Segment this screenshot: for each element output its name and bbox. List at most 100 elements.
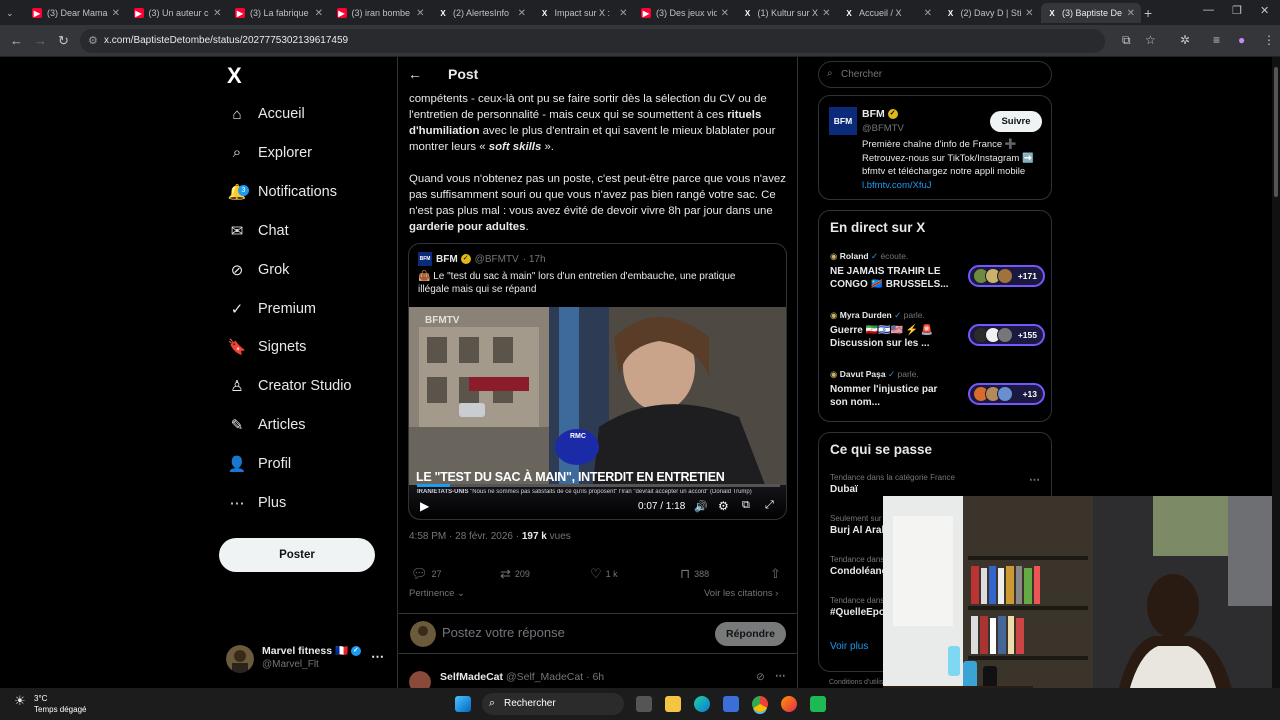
close-tab-icon[interactable]: ✕ [213,8,221,19]
minimize-button[interactable]: — [1203,4,1214,16]
tab-3[interactable]: ▶ (3) La fabrique ✕ [229,3,329,23]
sidebar-item-accueil[interactable]: ⌂ Accueil [226,99,304,129]
live-space-item[interactable]: ◉ Roland ✓ écoute. NE JAMAIS TRAHIR LE CO… [830,251,1045,301]
trend-item[interactable]: Tendance dans la catégorie France Dubaï [830,473,955,495]
volume-icon[interactable]: 🔊 [694,500,708,513]
sidebar-item-profil[interactable]: 👤 Profil [226,449,291,479]
sidebar-item-notifications[interactable]: 🔔 3 Notifications [226,177,337,207]
store-icon[interactable] [723,696,739,712]
edge-icon[interactable] [694,696,710,712]
next-tweet[interactable]: SelfMadeCat @Self_MadeCat · 6h ⊘ ⋯ [409,670,786,693]
search-input[interactable]: ⌕ Chercher [818,61,1052,88]
menu-icon[interactable]: ⋮ [1263,33,1275,47]
tab-8[interactable]: X (1) Kultur sur X ✕ [737,3,837,23]
bookmark-action[interactable]: ⊓ 388 [680,566,709,582]
sidebar-item-grok[interactable]: ⊘ Grok [226,255,290,285]
sidebar-item-creator-studio[interactable]: ♙ Creator Studio [226,371,351,401]
pip-icon[interactable]: ⧉ [742,499,750,512]
address-bar[interactable]: ⚙ x.com/BaptisteDetombe/status/202777530… [80,29,1105,53]
app-icon[interactable] [810,696,826,712]
tab-2[interactable]: ▶ (3) Un auteur c ✕ [128,3,228,23]
grok-icon[interactable]: ⊘ [756,671,765,683]
sidebar-item-premium[interactable]: ✓ Premium [226,294,316,324]
new-tab-button[interactable]: + [1138,3,1156,23]
video-player[interactable]: BFMTV RMC LE "TEST DU SAC À MAIN", INTER… [409,307,786,519]
sidebar-item-plus[interactable]: ⋯ Plus [226,488,287,518]
listeners-pill[interactable]: +155 [968,324,1045,346]
scrollbar-thumb[interactable] [1274,67,1278,197]
see-more-link[interactable]: Voir plus [830,641,868,652]
close-window-button[interactable]: ✕ [1260,4,1269,17]
follow-button[interactable]: Suivre [990,111,1042,132]
close-tab-icon[interactable]: ✕ [315,8,323,19]
bookmark-star-icon[interactable]: ☆ [1145,33,1156,47]
trend-item[interactable]: Seulement sur X Burj Al Arab [830,514,889,536]
tab-7[interactable]: ▶ (3) Des jeux vid ✕ [635,3,735,23]
tab-list-button[interactable]: ⌄ [0,3,24,23]
sidebar-item-signets[interactable]: 🔖 Signets [226,332,307,362]
close-tab-icon[interactable]: ✕ [416,8,424,19]
more-icon[interactable]: ⋯ [1029,473,1040,486]
listeners-pill[interactable]: +13 [968,383,1045,405]
tab-5[interactable]: X (2) AlertesInfo ✕ [432,3,532,23]
more-icon[interactable]: ⋯ [371,649,384,665]
media-control-icon[interactable]: ≡ [1213,33,1220,47]
sidebar-item-explorer[interactable]: ⌕ Explorer [226,138,312,168]
weather-icon[interactable]: ☀ [14,693,26,709]
maximize-button[interactable]: ❐ [1232,4,1242,17]
fullscreen-icon[interactable]: ⤢ [765,499,774,512]
play-icon[interactable]: ▶ [420,499,429,513]
firefox-icon[interactable] [781,696,797,712]
tab-1[interactable]: ▶ (3) Dear Mama ✕ [26,3,126,23]
tab-11[interactable]: X (3) Baptiste De ✕ [1041,3,1141,23]
like-action[interactable]: ♡ 1 k [590,566,618,582]
card-link[interactable]: l.bfmtv.com/XfuJ [862,180,932,191]
more-icon[interactable]: ⋯ [775,670,786,682]
back-arrow-icon[interactable]: ← [408,66,422,82]
account-switcher[interactable]: Marvel fitness 🇫🇷 ✓ @Marvel_Flt ⋯ [226,643,386,675]
extensions-icon[interactable]: ✲ [1180,33,1190,47]
close-tab-icon[interactable]: ✕ [721,8,729,19]
sidebar-item-articles[interactable]: ✎ Articles [226,410,306,440]
sort-relevance[interactable]: Pertinence ⌄ [409,588,465,599]
tab-10[interactable]: X (2) Davy D | Sti ✕ [940,3,1040,23]
close-tab-icon[interactable]: ✕ [1025,8,1033,19]
settings-gear-icon[interactable]: ⚙ [718,499,729,513]
reply-input[interactable]: Postez votre réponse [442,625,565,640]
task-view-icon[interactable] [636,696,652,712]
taskbar-search[interactable]: ⌕ Rechercher [482,693,624,715]
forward-icon[interactable]: → [34,33,47,48]
live-space-item[interactable]: ◉ Davut Paşa ✓ parle. Nommer l'injustice … [830,369,1045,419]
repost-action[interactable]: ⇄ 209 [500,566,530,582]
close-tab-icon[interactable]: ✕ [924,8,932,19]
post-button[interactable]: Poster [219,538,375,572]
close-tab-icon[interactable]: ✕ [619,8,627,19]
close-tab-icon[interactable]: ✕ [518,8,526,19]
reply-button[interactable]: Répondre [715,622,786,646]
x-logo[interactable]: X [227,63,242,89]
tab-9[interactable]: X Accueil / X ✕ [838,3,938,23]
live-space-item[interactable]: ◉ Myra Durden ✓ parle. Guerre 🇮🇷🇮🇱🇺🇸 ⚡ 🚨 … [830,310,1045,360]
tab-6[interactable]: X Impact sur X : ✕ [534,3,634,23]
video-progress[interactable] [417,484,780,487]
weather-widget[interactable]: 3°C Temps dégagé [34,693,86,715]
reply-action[interactable]: 💬︎ 27 [411,566,442,582]
sidebar-item-chat[interactable]: ✉ Chat [226,216,289,246]
listeners-pill[interactable]: +171 [968,265,1045,287]
quoted-tweet[interactable]: BFM BFM ✓ @BFMTV · 17h 👜 Le "test du sac… [408,243,787,520]
close-tab-icon[interactable]: ✕ [112,8,120,19]
close-tab-icon[interactable]: ✕ [1127,8,1135,19]
profile-icon[interactable]: ● [1238,33,1245,47]
site-info-icon[interactable]: ⚙ [88,34,98,47]
close-tab-icon[interactable]: ✕ [822,8,830,19]
back-icon[interactable]: ← [10,33,23,48]
install-app-icon[interactable]: ⧉ [1122,33,1131,48]
page-scrollbar[interactable] [1272,57,1280,688]
file-explorer-icon[interactable] [665,696,681,712]
tab-4[interactable]: ▶ (3) iran bombe ✕ [331,3,431,23]
reload-icon[interactable]: ↻ [58,33,69,49]
view-quotes-link[interactable]: Voir les citations › [704,588,778,599]
bfm-logo[interactable]: BFM [829,107,857,135]
share-action[interactable]: ⇧ [770,566,785,582]
card-name[interactable]: BFM ✓ [862,108,898,120]
